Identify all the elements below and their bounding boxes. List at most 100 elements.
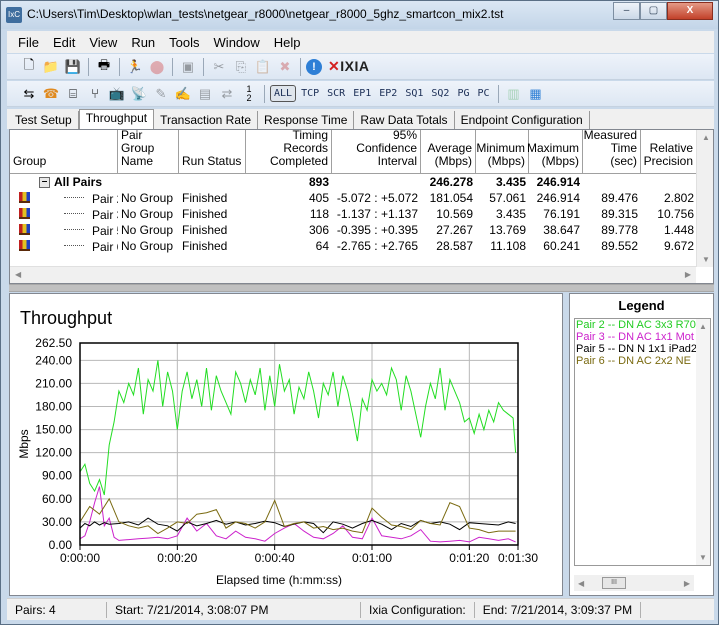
summary-average: 246.278: [429, 175, 473, 189]
scroll-up-icon[interactable]: ▲: [699, 322, 707, 331]
summary-minimum: 3.435: [495, 175, 526, 189]
minimize-button[interactable]: –: [613, 2, 640, 20]
collapse-icon[interactable]: –: [39, 177, 50, 189]
scroll-down-icon[interactable]: ▼: [702, 255, 710, 264]
throughput-chart: 0.00 30.00 60.00 90.00 120.00 150.00 180.00 210…: [17, 336, 538, 587]
menu-run[interactable]: Run: [124, 35, 162, 50]
scroll-up-icon[interactable]: ▲: [702, 133, 710, 142]
col-maximum[interactable]: Maximum (Mbps): [527, 130, 583, 173]
paste-icon[interactable]: 📋: [253, 57, 273, 77]
numbering-icon[interactable]: 12: [239, 84, 259, 104]
col-relative-precision[interactable]: Relative Precision: [641, 130, 697, 173]
info-icon[interactable]: !: [306, 58, 322, 75]
pair-chart-icon: [19, 240, 30, 251]
menu-file[interactable]: File: [11, 35, 46, 50]
col-minimum[interactable]: Minimum (Mbps): [476, 130, 529, 173]
pair-icon[interactable]: ⇆: [19, 84, 39, 104]
chart-pane: Throughput 0.00 30.00 60.00 90.00 120.00 150.…: [9, 293, 563, 596]
col-pair-group-name[interactable]: Pair Group Name: [118, 129, 179, 173]
legend-item-pair-3[interactable]: Pair 3 -- DN AC 1x1 Mot: [575, 331, 710, 343]
col-measured-time[interactable]: Measured Time (sec): [583, 129, 641, 173]
tab-response-time[interactable]: Response Time: [258, 111, 355, 129]
export-icon[interactable]: ▥: [504, 84, 524, 104]
menu-help[interactable]: Help: [267, 35, 308, 50]
legend-item-pair-6[interactable]: Pair 6 -- DN AC 2x2 NE: [575, 355, 710, 367]
tab-raw-data-totals[interactable]: Raw Data Totals: [354, 111, 455, 129]
open-folder-icon[interactable]: 📁: [41, 57, 61, 77]
filter-sq1[interactable]: SQ1: [402, 86, 426, 101]
maximize-button[interactable]: ▢: [640, 2, 667, 20]
confidence-interval: -5.072 : +5.072: [336, 191, 418, 205]
col-average[interactable]: Average (Mbps): [421, 130, 476, 173]
tab-throughput[interactable]: Throughput: [78, 109, 155, 129]
tab-endpoint-configuration[interactable]: Endpoint Configuration: [455, 111, 590, 129]
cut-icon[interactable]: ✂: [209, 57, 229, 77]
scroll-right-icon[interactable]: ▶: [684, 579, 690, 588]
legend-item-pair-2[interactable]: Pair 2 -- DN AC 3x3 R70: [575, 319, 710, 331]
print-icon[interactable]: 🖶: [94, 57, 114, 77]
table-row[interactable]: Pair 5 No Group Finished 306 -0.395 : +0…: [10, 222, 713, 238]
chart-icon[interactable]: ▤: [195, 84, 215, 104]
confidence-interval: -2.765 : +2.765: [336, 239, 418, 253]
menu-edit[interactable]: Edit: [46, 35, 82, 50]
col-confidence-interval[interactable]: 95% Confidence Interval: [332, 129, 421, 173]
run-status: Finished: [182, 207, 228, 221]
copy-icon[interactable]: ⎘: [231, 57, 251, 77]
tab-transaction-rate[interactable]: Transaction Rate: [154, 111, 259, 129]
title-bar: IxC C:\Users\Tim\Desktop\wlan_tests\netg…: [1, 1, 718, 29]
filter-ep1[interactable]: EP1: [350, 86, 374, 101]
filter-sq2[interactable]: SQ2: [428, 86, 452, 101]
filter-pg[interactable]: PG: [454, 86, 472, 101]
filter-tcp[interactable]: TCP: [298, 86, 322, 101]
filter-pc[interactable]: PC: [474, 86, 492, 101]
pair-chart-icon: [19, 192, 30, 203]
close-button[interactable]: X: [667, 2, 713, 20]
scroll-left-icon[interactable]: ◀: [578, 579, 584, 588]
stop-icon[interactable]: ⬤: [147, 57, 167, 77]
filter-scr[interactable]: SCR: [324, 86, 348, 101]
app-icon: IxC: [6, 7, 22, 23]
grid-vertical-scrollbar[interactable]: ▲ ▼: [696, 130, 713, 267]
network-icon[interactable]: ⑂: [85, 84, 105, 104]
col-timing-records[interactable]: Timing Records Completed: [246, 129, 332, 173]
save-icon[interactable]: 💾: [63, 57, 83, 77]
filter-ep2[interactable]: EP2: [376, 86, 400, 101]
run-status: Finished: [182, 223, 228, 237]
multicast-icon[interactable]: ☎: [41, 84, 61, 104]
endpoint-icon[interactable]: ⌸: [63, 84, 83, 104]
grid-header: Group Pair Group Name Run Status Timing R…: [10, 129, 713, 174]
x-tick-label: 0:01:30: [498, 551, 538, 565]
col-run-status[interactable]: Run Status: [179, 130, 246, 173]
menu-window[interactable]: Window: [207, 35, 267, 50]
help-icon[interactable]: ▦: [526, 84, 546, 104]
scroll-right-icon[interactable]: ▶: [685, 270, 691, 279]
script-icon[interactable]: ✍: [173, 84, 193, 104]
table-row[interactable]: Pair 3 No Group Finished 118 -1.137 : +1…: [10, 206, 713, 222]
measured-time: 89.476: [601, 191, 638, 205]
monitor-icon[interactable]: 📺: [107, 84, 127, 104]
table-row[interactable]: Pair 2 No Group Finished 405 -5.072 : +5…: [10, 190, 713, 206]
legend-item-pair-5[interactable]: Pair 5 -- DN N 1x1 iPad2: [575, 343, 710, 355]
table-row[interactable]: Pair 6 No Group Finished 64 -2.765 : +2.…: [10, 238, 713, 254]
report-icon[interactable]: ▣: [178, 57, 198, 77]
summary-row[interactable]: – All Pairs 893 246.278 3.435 246.914: [10, 174, 713, 190]
scroll-left-icon[interactable]: ◀: [15, 270, 21, 279]
swap-icon[interactable]: ⇄: [217, 84, 237, 104]
legend-horizontal-scrollbar[interactable]: ◀ III ▶: [574, 575, 694, 591]
scroll-thumb[interactable]: III: [602, 577, 626, 589]
col-group[interactable]: Group: [10, 130, 118, 173]
grid-horizontal-scrollbar[interactable]: ◀ ▶: [10, 266, 696, 283]
scroll-down-icon[interactable]: ▼: [699, 553, 707, 562]
broadcast-icon[interactable]: 📡: [129, 84, 149, 104]
tab-test-setup[interactable]: Test Setup: [9, 111, 79, 129]
new-file-icon[interactable]: 🗋: [19, 57, 39, 77]
menu-tools[interactable]: Tools: [162, 35, 206, 50]
edit-icon[interactable]: ✎: [151, 84, 171, 104]
filter-all[interactable]: ALL: [270, 85, 297, 102]
delete-icon[interactable]: ✖: [275, 57, 295, 77]
pane-splitter[interactable]: [9, 284, 714, 292]
legend-vertical-scrollbar[interactable]: ▲ ▼: [696, 319, 710, 565]
run-icon[interactable]: 🏃: [125, 57, 145, 77]
menu-view[interactable]: View: [82, 35, 124, 50]
y-tick-label: 0.00: [49, 538, 73, 552]
